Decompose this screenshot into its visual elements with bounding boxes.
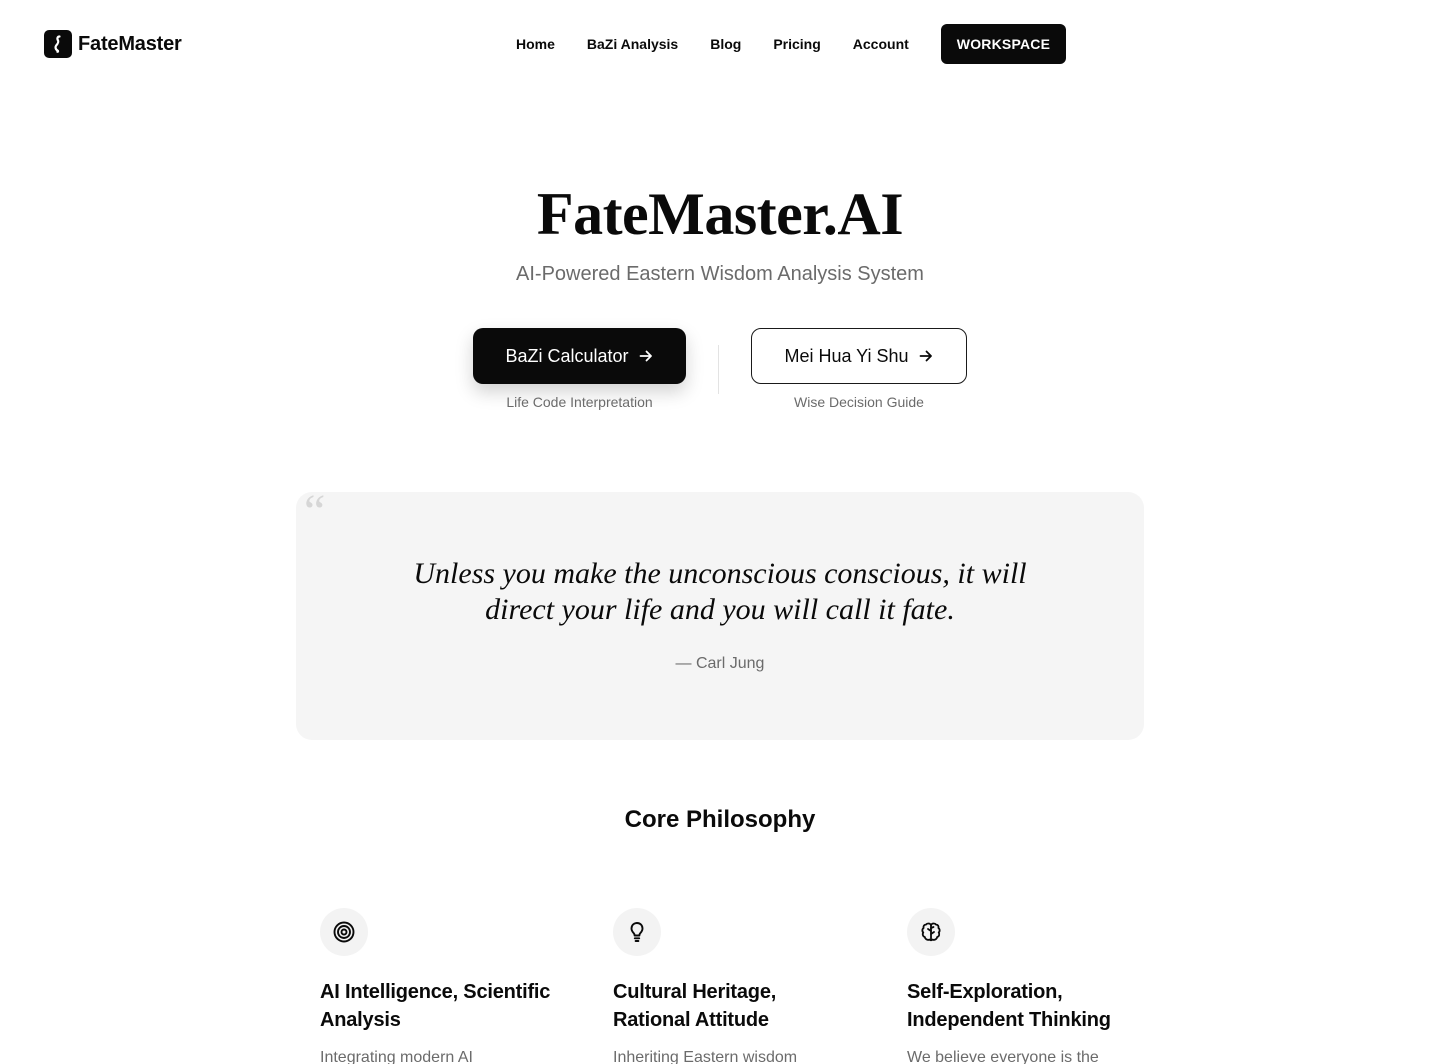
feature-title: AI Intelligence, Scientific Analysis: [320, 981, 551, 1031]
quote-text: Unless you make the unconscious consciou…: [413, 557, 1027, 626]
feature-description: Inheriting Eastern wisdom: [613, 1049, 798, 1064]
target-icon: [320, 908, 368, 956]
feature-description: We believe everyone is the: [907, 1049, 1099, 1064]
feature-card: AI Intelligence, Scientific Analysis Int…: [320, 908, 560, 1064]
nav-account[interactable]: Account: [837, 36, 925, 52]
workspace-button[interactable]: WORKSPACE: [940, 24, 1067, 64]
logo-icon: [44, 30, 72, 58]
mei-hua-yi-shu-label: Mei Hua Yi Shu: [784, 345, 909, 366]
mei-hua-yi-shu-button[interactable]: Mei Hua Yi Shu: [751, 328, 967, 384]
bazi-calculator-button[interactable]: BaZi Calculator: [473, 328, 686, 384]
nav-bazi-analysis[interactable]: BaZi Analysis: [571, 36, 694, 52]
bazi-calculator-label: BaZi Calculator: [505, 345, 629, 366]
feature-title: Cultural Heritage, Rational Attitude: [613, 981, 777, 1031]
feature-card: Cultural Heritage, Rational Attitude Inh…: [613, 908, 853, 1064]
feature-description: Integrating modern AI: [320, 1049, 473, 1064]
quote-card: “ Unless you make the unconscious consci…: [296, 488, 1144, 740]
cta-divider: [718, 345, 719, 394]
core-philosophy-title: Core Philosophy: [624, 806, 816, 833]
brand-name: FateMaster: [78, 32, 182, 55]
hero-title: FateMaster.AI: [536, 181, 904, 247]
feature-title: Self-Exploration, Independent Thinking: [907, 981, 1111, 1031]
main-nav: Home BaZi Analysis Blog Pricing Account …: [500, 24, 1067, 64]
arrow-right-icon: [638, 348, 654, 364]
arrow-right-icon: [918, 348, 934, 364]
nav-pricing[interactable]: Pricing: [757, 36, 836, 52]
nav-blog[interactable]: Blog: [694, 36, 757, 52]
mei-hua-yi-shu-caption: Wise Decision Guide: [794, 394, 924, 410]
site-header: FateMaster Home BaZi Analysis Blog Prici…: [0, 0, 1440, 88]
lightbulb-icon: [613, 908, 661, 956]
brand-logo[interactable]: FateMaster: [44, 30, 182, 58]
nav-home[interactable]: Home: [500, 36, 571, 52]
quote-author: — Carl Jung: [675, 655, 765, 672]
quote-mark-icon: “: [304, 485, 326, 538]
brain-icon: [907, 908, 955, 956]
feature-card: Self-Exploration, Independent Thinking W…: [907, 908, 1147, 1064]
bazi-calculator-caption: Life Code Interpretation: [506, 394, 653, 410]
hero-subtitle: AI-Powered Eastern Wisdom Analysis Syste…: [516, 263, 924, 285]
